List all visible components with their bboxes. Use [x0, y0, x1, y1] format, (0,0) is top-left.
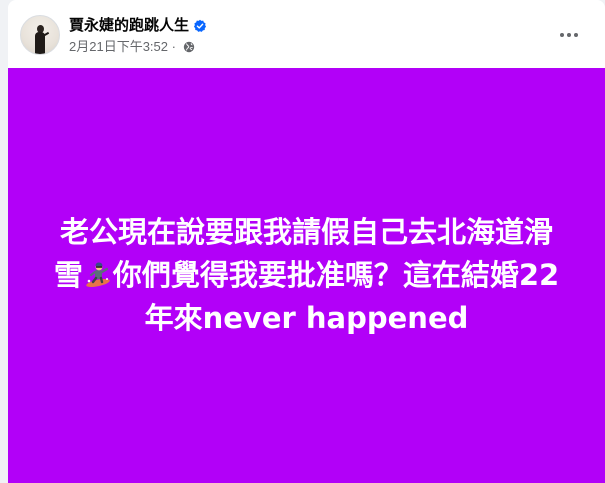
post-header: 賈永婕的跑跳人生 2月21日下午3:52 · [8, 0, 605, 68]
post-card: 賈永婕的跑跳人生 2月21日下午3:52 · 老公現在說要跟我請假自己去北海道滑… [8, 0, 605, 483]
more-dot [560, 33, 564, 37]
post-background: 老公現在說要跟我請假自己去北海道滑雪 你們覺得我要批准嗎？這在結婚22年來nev… [8, 68, 605, 483]
more-options-button[interactable] [556, 22, 582, 48]
snowboarder-emoji-icon [86, 262, 110, 288]
page-name-link[interactable]: 賈永婕的跑跳人生 [69, 16, 189, 36]
post-text: 老公現在說要跟我請假自己去北海道滑雪 你們覺得我要批准嗎？這在結婚22年來nev… [47, 211, 567, 340]
avatar[interactable] [20, 15, 60, 55]
post-text-part2: 你們覺得我要批准嗎？這在結婚22年來never happened [112, 258, 560, 335]
meta-separator: · [168, 39, 180, 54]
more-dot [567, 33, 571, 37]
avatar-figure-arm [43, 31, 50, 37]
post-meta: 2月21日下午3:52 · [69, 39, 195, 55]
globe-icon [183, 41, 194, 53]
verified-badge-icon [193, 19, 207, 32]
post-timestamp-link[interactable]: 2月21日下午3:52 [69, 39, 168, 54]
more-dot [574, 33, 578, 37]
